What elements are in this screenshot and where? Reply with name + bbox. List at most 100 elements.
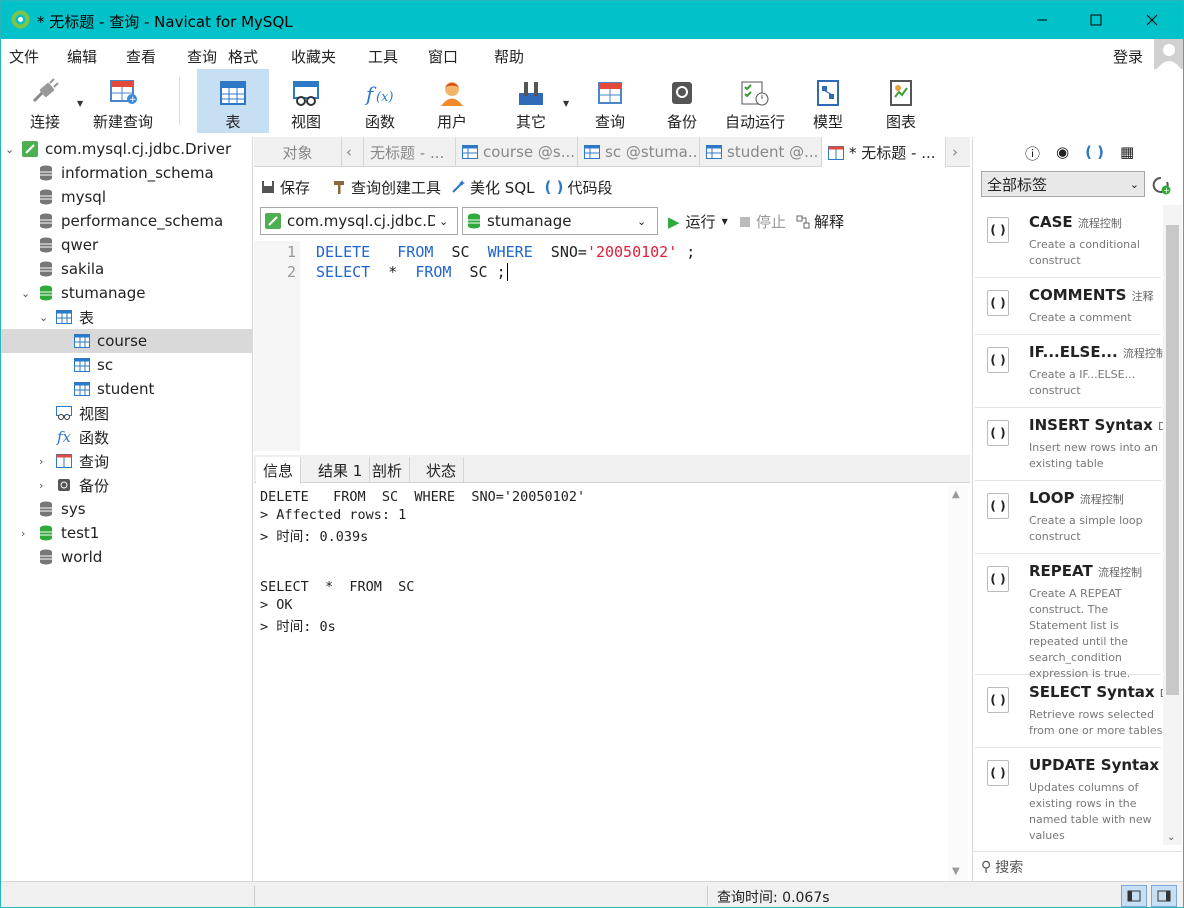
query-icon: [56, 454, 72, 468]
snippet-loop[interactable]: ( ) LOOP 流程控制 Create a simple loop constru…: [975, 481, 1161, 554]
tree-connection[interactable]: com.mysql.cj.jdbc.Driver: [21, 137, 253, 161]
tab-info[interactable]: 信息: [256, 457, 302, 484]
menu-format[interactable]: 格式: [228, 46, 258, 67]
braces-icon[interactable]: ( ): [1085, 143, 1104, 164]
tab-status[interactable]: 状态: [419, 457, 465, 483]
sql-editor[interactable]: 1 2 DELETE FROM SC WHERE SNO='20050102' …: [254, 241, 970, 451]
backup-icon: [672, 82, 692, 104]
tree-db-qwer[interactable]: qwer: [37, 233, 98, 257]
tree-functions-folder[interactable]: fx 函数: [55, 425, 109, 449]
tree-db-test1[interactable]: test1: [37, 521, 99, 545]
tree-backups-folder[interactable]: 备份: [55, 473, 109, 497]
login-link[interactable]: 登录: [1113, 46, 1143, 67]
expand-arrow-icon[interactable]: ⌄: [5, 143, 14, 156]
tree-db-information-schema[interactable]: information_schema: [37, 161, 214, 185]
tab-result-1[interactable]: 结果 1: [311, 457, 371, 483]
tree-table-student[interactable]: student: [73, 377, 154, 401]
scroll-down-icon[interactable]: ⌄: [1167, 832, 1175, 843]
explain-button[interactable]: 解释: [796, 211, 844, 232]
tab-sc[interactable]: sc @stuma...: [578, 137, 700, 167]
snippet-repeat[interactable]: ( ) REPEAT 流程控制 Create A REPEAT construct.…: [975, 554, 1161, 680]
grid-icon[interactable]: ▦: [1120, 143, 1134, 164]
avatar-icon[interactable]: [1154, 39, 1184, 69]
tree-db-world[interactable]: world: [37, 545, 102, 569]
collapse-arrow-icon[interactable]: ›: [21, 527, 25, 540]
beautify-sql-button[interactable]: 美化 SQL: [451, 177, 535, 198]
tree-table-course[interactable]: course: [1, 329, 252, 353]
user-button[interactable]: 用户: [423, 69, 481, 133]
expand-arrow-icon[interactable]: ⌄: [39, 311, 48, 324]
menu-tools[interactable]: 工具: [368, 46, 398, 67]
tab-untitled-1[interactable]: 无标题 - ...: [364, 137, 456, 167]
menu-file[interactable]: 文件: [9, 46, 39, 67]
model-button[interactable]: 模型: [801, 69, 855, 133]
snippet-search-input[interactable]: ⚲ 搜索: [973, 851, 1182, 881]
menu-view[interactable]: 查看: [126, 46, 156, 67]
run-dropdown-icon[interactable]: ▼: [722, 217, 728, 226]
tree-views-folder[interactable]: 视图: [55, 401, 109, 425]
add-snippet-icon[interactable]: +: [1151, 175, 1171, 195]
tab-untitled-active[interactable]: * 无标题 - ...: [822, 137, 946, 168]
menu-edit[interactable]: 编辑: [67, 46, 97, 67]
eye-icon[interactable]: ◉: [1056, 143, 1069, 164]
other-button[interactable]: 其它: [501, 69, 561, 133]
chart-button[interactable]: 图表: [873, 69, 929, 133]
new-query-button[interactable]: + 新建查询: [89, 69, 157, 133]
view-button[interactable]: 视图: [277, 69, 335, 133]
tab-course[interactable]: course @s...: [456, 137, 578, 167]
tree-queries-folder[interactable]: 查询: [55, 449, 109, 473]
tree-db-stumanage[interactable]: stumanage: [37, 281, 145, 305]
tab-scroll-right[interactable]: ›: [946, 137, 970, 167]
snippet-comments[interactable]: ( ) COMMENTS 注释 Create a comment: [975, 278, 1161, 335]
query-button[interactable]: 查询: [581, 69, 639, 133]
connection-select[interactable]: com.mysql.cj.jdbc.Dr ⌄: [260, 207, 458, 235]
tree-db-sys[interactable]: sys: [37, 497, 86, 521]
snippet-if-else[interactable]: ( ) IF...ELSE... 流程控制 Create a IF...ELSE..…: [975, 335, 1167, 408]
query-builder-button[interactable]: 查询创建工具: [332, 177, 441, 198]
layout-toggle-right[interactable]: [1151, 885, 1177, 907]
collapse-arrow-icon[interactable]: ›: [39, 455, 43, 468]
tree-db-mysql[interactable]: mysql: [37, 185, 106, 209]
layout-toggle-left[interactable]: [1121, 885, 1147, 907]
menu-query[interactable]: 查询: [187, 46, 217, 67]
connect-dropdown-icon[interactable]: ▼: [77, 99, 83, 108]
scroll-down-icon[interactable]: ▼: [952, 866, 960, 877]
message-scrollbar[interactable]: ▲ ▼: [948, 485, 968, 881]
collapse-arrow-icon[interactable]: ›: [39, 479, 43, 492]
tree-db-performance-schema[interactable]: performance_schema: [37, 209, 223, 233]
snippet-select[interactable]: ( )SELECT Syntax DMRetrieve rows selecte…: [975, 675, 1178, 748]
backup-button[interactable]: 备份: [653, 69, 711, 133]
snippet-scrollbar[interactable]: ⌄: [1163, 205, 1182, 845]
other-dropdown-icon[interactable]: ▼: [563, 99, 569, 108]
scroll-up-icon[interactable]: ▲: [952, 489, 960, 500]
function-button[interactable]: f (x) 函数: [351, 69, 409, 133]
expand-arrow-icon[interactable]: ⌄: [21, 287, 30, 300]
tab-objects[interactable]: 对象: [254, 137, 342, 167]
menu-window[interactable]: 窗口: [428, 46, 458, 67]
tree-table-sc[interactable]: sc: [73, 353, 113, 377]
connect-button[interactable]: 连接: [19, 69, 71, 133]
schedule-button[interactable]: 自动运行: [721, 69, 789, 133]
stop-button[interactable]: 停止: [740, 211, 786, 232]
run-button[interactable]: ▶ 运行 ▼: [668, 211, 728, 232]
tab-profile[interactable]: 剖析: [365, 457, 411, 483]
tag-filter-select[interactable]: 全部标签 ⌄: [981, 171, 1145, 197]
code-snippet-button[interactable]: ( ) 代码段: [545, 177, 613, 198]
menu-favorites[interactable]: 收藏夹: [291, 46, 336, 67]
snippet-update[interactable]: ( )UPDATE Syntax DIUpdates columns of ex…: [975, 748, 1176, 845]
table-button[interactable]: 表: [197, 69, 269, 133]
tree-db-sakila[interactable]: sakila: [37, 257, 104, 281]
save-button[interactable]: 保存: [261, 177, 310, 198]
database-select[interactable]: stumanage ⌄: [462, 207, 658, 235]
tab-student[interactable]: student @...: [700, 137, 822, 167]
tree-tables-folder[interactable]: 表: [55, 305, 94, 329]
tab-scroll-left[interactable]: ‹: [342, 137, 364, 167]
menu-help[interactable]: 帮助: [494, 46, 524, 67]
minimize-button[interactable]: [1015, 1, 1069, 39]
info-icon[interactable]: ⓘ: [1025, 143, 1040, 164]
snippet-insert[interactable]: ( )INSERT Syntax DMInsert new rows into …: [975, 408, 1176, 481]
scroll-thumb[interactable]: [1166, 225, 1179, 695]
maximize-button[interactable]: [1069, 1, 1123, 39]
close-button[interactable]: [1125, 1, 1179, 39]
snippet-case[interactable]: ( ) CASE 流程控制 Create a conditional constru…: [975, 205, 1161, 278]
